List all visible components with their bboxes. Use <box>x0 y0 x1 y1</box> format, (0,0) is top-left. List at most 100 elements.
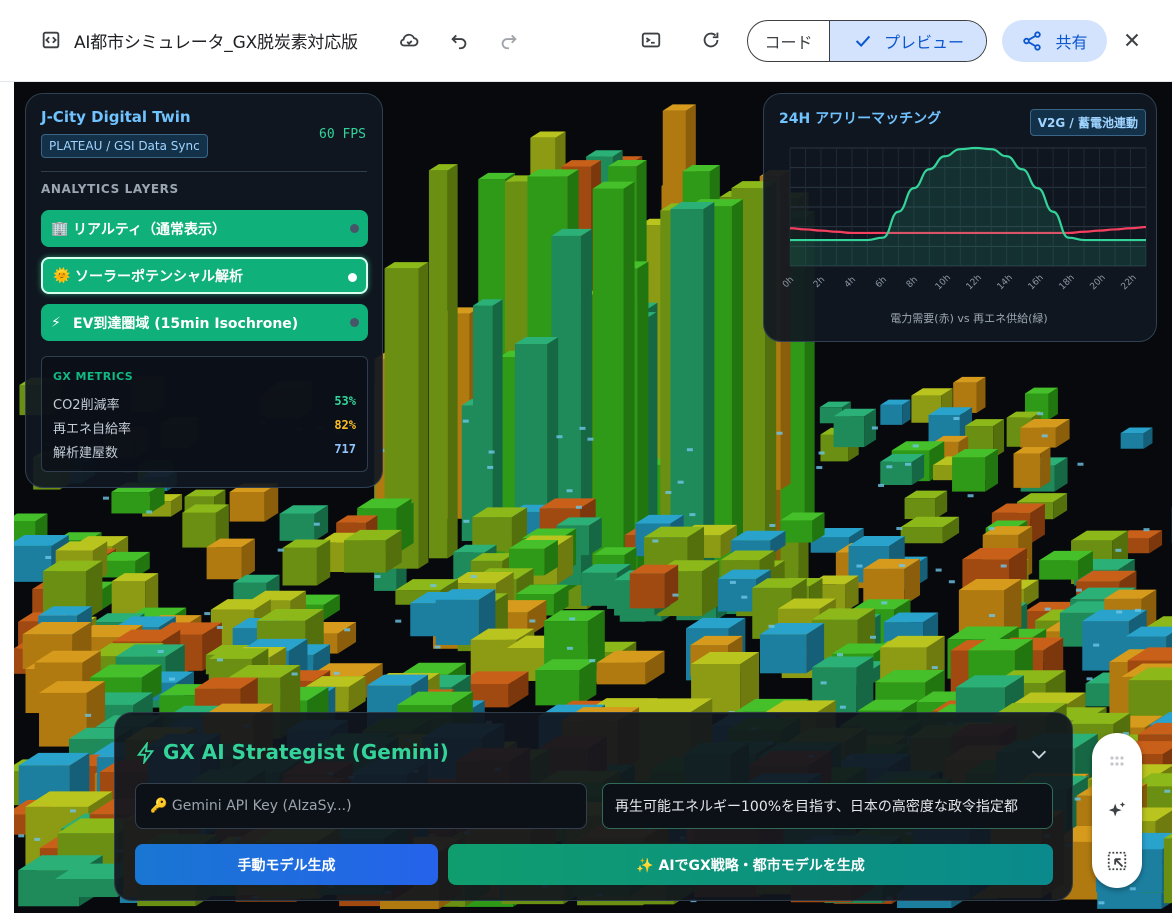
layer-solar-button[interactable]: 🌞 ソーラーポテンシャル解析 <box>41 257 368 294</box>
street-light <box>1098 901 1105 905</box>
building-block <box>344 529 402 573</box>
x-tick-label: 22h <box>1120 273 1139 292</box>
street-light <box>881 601 888 605</box>
street-light <box>18 834 25 838</box>
street-light <box>935 568 942 572</box>
manual-generate-button[interactable]: 手動モデル生成 <box>135 844 438 885</box>
x-tick-label: 10h <box>934 273 953 292</box>
undo-icon[interactable] <box>444 25 474 55</box>
street-light <box>216 625 223 629</box>
metric-row: 解析建屋数 717 <box>53 442 356 461</box>
x-tick-label: 8h <box>905 275 920 290</box>
street-light <box>837 653 844 657</box>
street-light <box>741 595 748 599</box>
app-title: AI都市シミュレータ_GX脱炭素対応版 <box>74 33 358 53</box>
twin-title: J-City Digital Twin <box>41 108 191 126</box>
close-icon[interactable] <box>1117 25 1147 55</box>
api-key-input[interactable]: 🔑 Gemini API Key (AIzaSy...) <box>135 783 587 829</box>
building-block <box>880 454 925 485</box>
metric-value: 53% <box>334 394 356 408</box>
building-block <box>904 490 948 520</box>
check-icon <box>855 35 871 48</box>
street-light <box>1143 528 1150 532</box>
street-light <box>430 584 437 588</box>
prompt-input[interactable]: 再生可能エネルギー100%を目指す、日本の高密度な政令指定都 <box>602 783 1053 829</box>
building-block <box>1013 447 1051 488</box>
street-light <box>1077 462 1084 466</box>
building-block <box>900 516 960 544</box>
building-block <box>1020 419 1070 448</box>
layer-label: リアルティ（通常表示） <box>73 221 227 238</box>
layer-status-dot <box>350 224 359 233</box>
select-region-icon[interactable] <box>1105 849 1129 873</box>
street-light <box>1041 434 1048 438</box>
code-view-button[interactable]: コード <box>748 21 830 61</box>
street-light <box>818 451 825 455</box>
layer-ev-button[interactable]: ⚡ EV到達圏域 (15min Isochrone) <box>41 304 368 341</box>
grip-dots-icon[interactable] <box>1105 749 1129 773</box>
metric-value: 82% <box>334 418 356 432</box>
street-light <box>878 483 885 487</box>
street-light <box>374 575 381 579</box>
view-mode-toggle: コード プレビュー <box>747 20 987 62</box>
street-light <box>677 480 684 484</box>
share-icon <box>1023 31 1042 51</box>
building-block <box>206 538 255 580</box>
street-light <box>487 465 494 469</box>
street-light <box>856 564 863 568</box>
building-block <box>952 448 998 492</box>
street-light <box>333 671 340 675</box>
preview-view-button[interactable]: プレビュー <box>830 21 986 61</box>
street-light <box>686 448 693 452</box>
gx-metrics-box: GX METRICS CO2削減率 53% 再エネ自給率 82% 解析建屋数 7… <box>41 356 368 472</box>
refresh-icon[interactable] <box>696 25 726 55</box>
divider <box>41 171 367 172</box>
street-light <box>204 612 211 616</box>
layer-status-dot <box>348 273 357 282</box>
street-light <box>434 645 441 649</box>
digital-twin-panel: J-City Digital Twin PLATEAU / GSI Data S… <box>25 93 383 488</box>
preview-label: プレビュー <box>883 33 964 52</box>
hourly-matching-panel: 24H アワリーマッチング V2G / 蓄電池連動 0h 2h 4h 6h 8h 10h 1… <box>763 93 1157 342</box>
app-toolbar: AI都市シミュレータ_GX脱炭素対応版 コード プレビュー 共有 <box>0 0 1172 82</box>
x-tick-label: 12h <box>965 273 984 292</box>
chevron-down-icon[interactable] <box>1028 743 1050 765</box>
street-light <box>1044 607 1051 611</box>
layer-reality-button[interactable]: 🏢 リアルティ（通常表示） <box>41 210 368 247</box>
chart-caption: 電力需要(赤) vs 再エネ供給(緑) <box>890 311 1047 325</box>
street-light <box>556 435 563 439</box>
street-light <box>816 466 823 470</box>
street-light <box>589 659 596 663</box>
street-light <box>839 705 846 709</box>
street-light <box>85 713 92 717</box>
metric-row: 再エネ自給率 82% <box>53 418 356 437</box>
street-light <box>768 624 775 628</box>
street-light <box>905 462 912 466</box>
redo-icon[interactable] <box>494 25 524 55</box>
street-light <box>102 496 109 500</box>
share-button[interactable]: 共有 <box>1002 20 1107 62</box>
ai-generate-button[interactable]: ✨ AIでGX戦略・都市モデルを生成 <box>448 844 1053 885</box>
street-light <box>665 490 672 494</box>
street-light <box>1074 797 1081 801</box>
street-light <box>1116 610 1123 614</box>
street-light <box>1093 643 1100 647</box>
street-light <box>953 417 960 421</box>
terminal-icon[interactable] <box>636 25 666 55</box>
x-tick-label: 16h <box>1027 273 1046 292</box>
sparkle-icon[interactable] <box>1105 799 1129 823</box>
building-block <box>833 408 877 448</box>
street-light <box>931 666 938 670</box>
street-light <box>463 519 470 523</box>
street-light <box>871 426 878 430</box>
street-light <box>1086 677 1093 681</box>
sun-icon: 🌞 <box>53 267 71 284</box>
street-light <box>462 419 469 423</box>
cloud-sync-icon[interactable] <box>394 25 424 55</box>
street-light <box>146 510 153 514</box>
street-light <box>168 677 175 681</box>
street-light <box>313 522 320 526</box>
street-light <box>69 809 76 813</box>
street-light <box>1075 588 1082 592</box>
x-tick-label: 20h <box>1089 273 1108 292</box>
